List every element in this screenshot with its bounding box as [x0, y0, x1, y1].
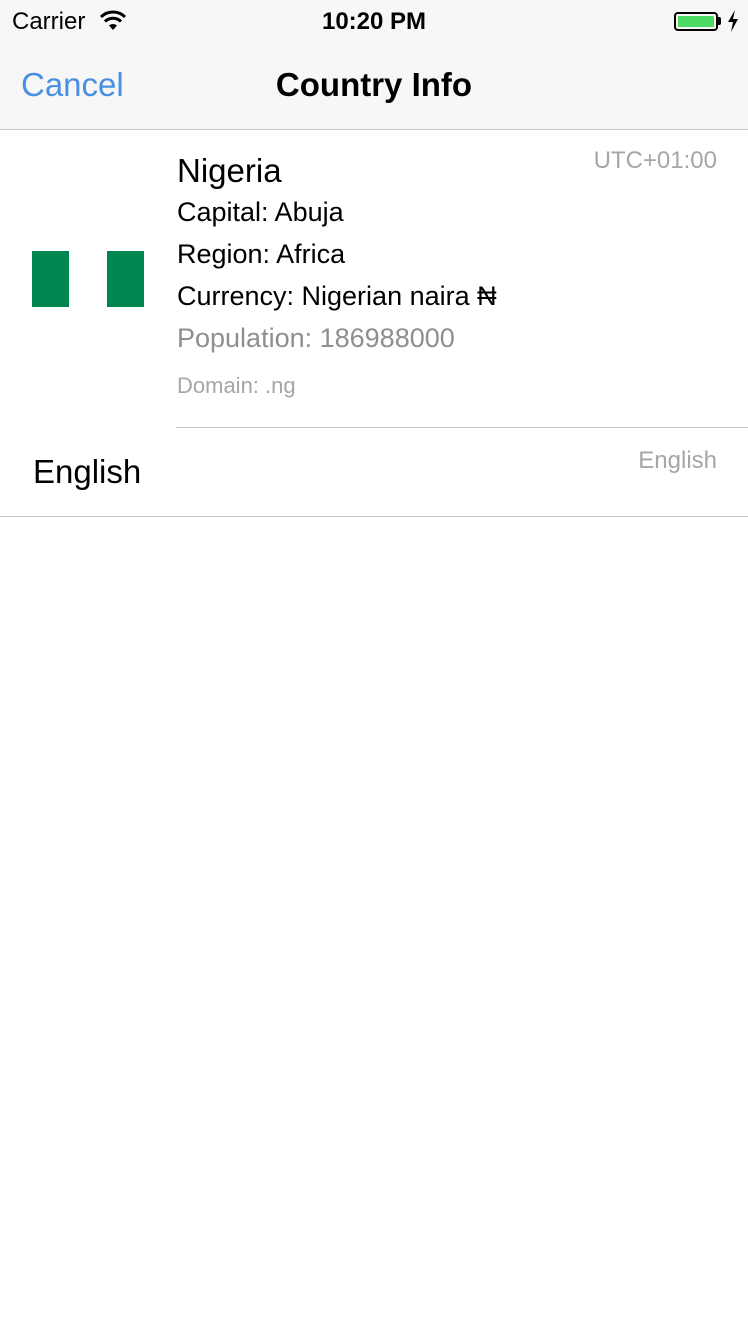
language-native-name: English	[638, 447, 717, 474]
flag-stripe-right	[106, 251, 144, 307]
flag-stripe-center	[69, 251, 107, 307]
status-time: 10:20 PM	[321, 8, 427, 35]
country-name: Nigeria	[177, 152, 282, 189]
domain-label: Domain: .ng	[177, 373, 296, 398]
language-name: English	[33, 453, 142, 490]
currency-label: Currency: Nigerian naira ₦	[177, 281, 497, 311]
navigation-bar: Cancel Country Info	[0, 42, 748, 130]
timezone-label: UTC+01:00	[593, 147, 717, 174]
population-label: Population: 186988000	[177, 323, 455, 353]
page-title: Country Info	[275, 66, 473, 103]
battery-icon	[674, 12, 718, 31]
nigeria-flag	[32, 251, 144, 307]
battery-level	[678, 16, 714, 27]
divider	[176, 427, 748, 428]
battery-nub	[718, 17, 721, 25]
divider	[0, 516, 748, 517]
flag-stripe-left	[32, 251, 70, 307]
capital-label: Capital: Abuja	[177, 197, 344, 227]
region-label: Region: Africa	[177, 239, 346, 269]
status-bar: Carrier 10:20 PM	[0, 0, 748, 42]
charging-bolt-icon	[728, 10, 738, 32]
